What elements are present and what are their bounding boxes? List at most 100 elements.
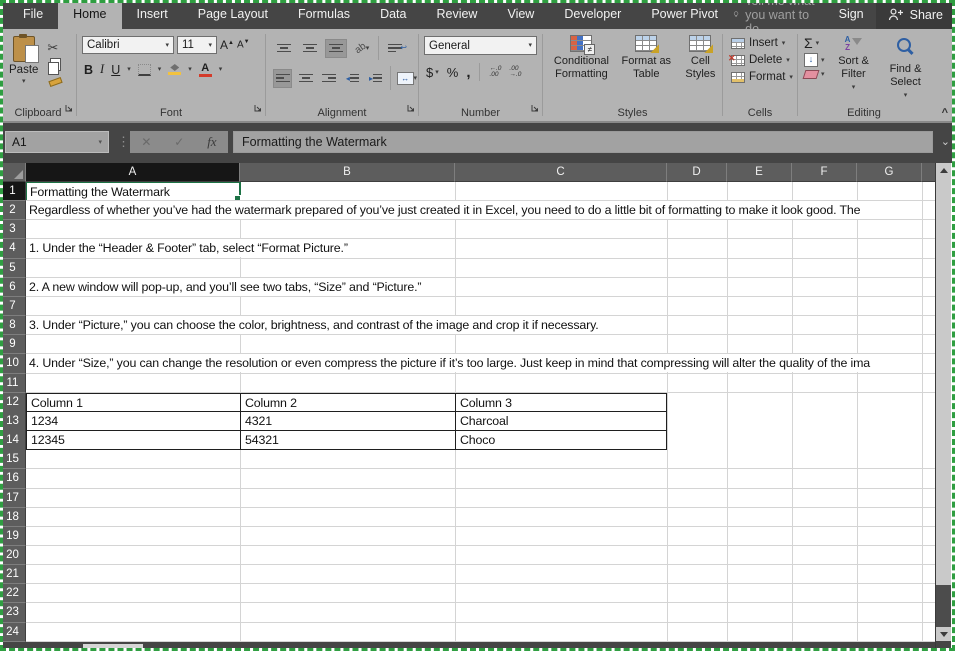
number-dialog-launcher[interactable] <box>531 99 539 117</box>
find-select-button[interactable]: Find & Select ▾ <box>883 36 929 99</box>
row-header-10[interactable]: 10 <box>0 354 26 373</box>
font-color-icon[interactable]: A <box>199 63 212 77</box>
row-header-20[interactable]: 20 <box>0 546 26 565</box>
column-header-e[interactable]: E <box>727 163 792 182</box>
scroll-down-button[interactable] <box>936 627 951 641</box>
name-box[interactable]: A1 ▾ <box>5 131 109 153</box>
row-header-21[interactable]: 21 <box>0 565 26 584</box>
cut-icon[interactable]: ✂ <box>47 41 62 54</box>
row-header-4[interactable]: 4 <box>0 239 26 258</box>
horizontal-scrollbar[interactable] <box>0 642 935 651</box>
row-header-19[interactable]: 19 <box>0 527 26 546</box>
row-header-14[interactable]: 14 <box>0 431 26 451</box>
row-cells[interactable] <box>26 259 935 277</box>
sort-filter-button[interactable]: AZ Sort & Filter ▾ <box>831 36 877 99</box>
row-cells[interactable] <box>26 374 935 392</box>
font-family-select[interactable]: Calibri ▾ <box>82 36 174 54</box>
formula-bar-grip-icon[interactable]: ⋮ <box>117 134 130 150</box>
align-bottom-button[interactable] <box>325 39 347 58</box>
tab-home[interactable]: Home <box>58 0 121 29</box>
expand-formula-bar-icon[interactable]: ⌄ <box>941 135 950 148</box>
row-cells[interactable] <box>26 584 935 602</box>
merge-center-button[interactable]: ↔▾ <box>396 69 418 88</box>
row-cells[interactable]: 12344321Charcoal <box>26 412 935 431</box>
row-cells[interactable] <box>26 565 935 583</box>
cell-styles-button[interactable]: Cell Styles <box>679 35 722 81</box>
row-cells[interactable] <box>26 489 935 507</box>
font-dialog-launcher[interactable] <box>254 99 262 117</box>
alignment-dialog-launcher[interactable] <box>407 99 415 117</box>
format-cells-button[interactable]: Format ▾ <box>731 71 797 83</box>
vertical-scrollbar[interactable] <box>935 163 951 651</box>
share-button[interactable]: Share <box>876 0 955 29</box>
table-cell[interactable]: Column 1 <box>26 393 240 412</box>
table-cell[interactable]: 1234 <box>26 412 240 431</box>
copy-icon[interactable] <box>50 58 61 71</box>
tab-data[interactable]: Data <box>365 0 421 29</box>
row-cells[interactable] <box>26 220 935 238</box>
align-top-button[interactable] <box>273 39 295 58</box>
row-header-22[interactable]: 22 <box>0 584 26 603</box>
tab-file[interactable]: File <box>8 0 58 29</box>
row-header-6[interactable]: 6 <box>0 278 26 297</box>
row-header-24[interactable]: 24 <box>0 623 26 642</box>
wrap-text-button[interactable]: ↩ <box>384 39 406 58</box>
currency-format-button[interactable]: $▾ <box>426 65 439 80</box>
align-right-button[interactable] <box>319 69 338 88</box>
column-header-partial[interactable] <box>922 163 935 182</box>
tab-formulas[interactable]: Formulas <box>283 0 365 29</box>
tab-developer[interactable]: Developer <box>549 0 636 29</box>
row-header-8[interactable]: 8 <box>0 316 26 335</box>
row-header-16[interactable]: 16 <box>0 469 26 488</box>
fill-color-icon[interactable] <box>168 64 181 75</box>
comma-format-button[interactable]: , <box>466 64 470 81</box>
orientation-button[interactable]: ab▾ <box>351 39 373 58</box>
formula-input[interactable]: Formatting the Watermark <box>233 131 933 153</box>
decrease-decimal-button[interactable]: .00→.0 <box>509 66 521 79</box>
column-header-b[interactable]: B <box>240 163 455 182</box>
row-header-23[interactable]: 23 <box>0 603 26 622</box>
row-header-11[interactable]: 11 <box>0 374 26 393</box>
row-header-2[interactable]: 2 <box>0 201 26 220</box>
scroll-up-button[interactable] <box>936 163 951 177</box>
row-cells[interactable]: 4. Under “Size,” you can change the reso… <box>26 354 935 372</box>
row-cells[interactable] <box>26 546 935 564</box>
italic-button[interactable]: I <box>100 62 104 77</box>
row-cells[interactable] <box>26 508 935 526</box>
tell-me-box[interactable]: Tell me what you want to do... <box>733 0 823 29</box>
row-cells[interactable]: 3. Under “Picture,” you can choose the c… <box>26 316 935 334</box>
conditional-formatting-button[interactable]: ≠ Conditional Formatting <box>549 35 614 81</box>
row-cells[interactable] <box>26 469 935 487</box>
clipboard-dialog-launcher[interactable] <box>65 99 73 117</box>
column-header-g[interactable]: G <box>857 163 922 182</box>
decrease-font-icon[interactable]: A▼ <box>237 39 250 50</box>
table-cell[interactable]: 4321 <box>240 412 455 431</box>
table-cell[interactable]: 54321 <box>240 431 455 450</box>
tab-view[interactable]: View <box>492 0 549 29</box>
row-cells[interactable] <box>26 450 935 468</box>
paste-button[interactable]: Paste ▾ <box>9 36 38 85</box>
format-as-table-button[interactable]: Format as Table <box>618 35 675 81</box>
tab-insert[interactable]: Insert <box>122 0 183 29</box>
number-format-select[interactable]: General ▾ <box>424 36 537 55</box>
row-header-3[interactable]: 3 <box>0 220 26 239</box>
align-left-button[interactable] <box>273 69 292 88</box>
row-header-15[interactable]: 15 <box>0 450 26 469</box>
tab-review[interactable]: Review <box>421 0 492 29</box>
autosum-button[interactable]: Σ▾ <box>804 36 825 50</box>
underline-button[interactable]: U <box>111 63 120 77</box>
percent-format-button[interactable]: % <box>447 65 459 80</box>
column-header-c[interactable]: C <box>455 163 667 182</box>
row-header-1[interactable]: 1 <box>0 182 26 201</box>
row-cells[interactable]: Column 1Column 2Column 3 <box>26 393 935 412</box>
row-header-18[interactable]: 18 <box>0 508 26 527</box>
row-header-5[interactable]: 5 <box>0 259 26 278</box>
increase-indent-button[interactable]: ▸ <box>366 69 385 88</box>
row-cells[interactable] <box>26 527 935 545</box>
column-header-d[interactable]: D <box>667 163 727 182</box>
table-cell[interactable]: Column 2 <box>240 393 455 412</box>
horizontal-scroll-thumb[interactable] <box>83 644 143 649</box>
row-header-13[interactable]: 13 <box>0 412 26 432</box>
insert-cells-button[interactable]: Insert ▾ <box>731 37 797 49</box>
caret-icon[interactable]: ▾ <box>188 66 192 73</box>
